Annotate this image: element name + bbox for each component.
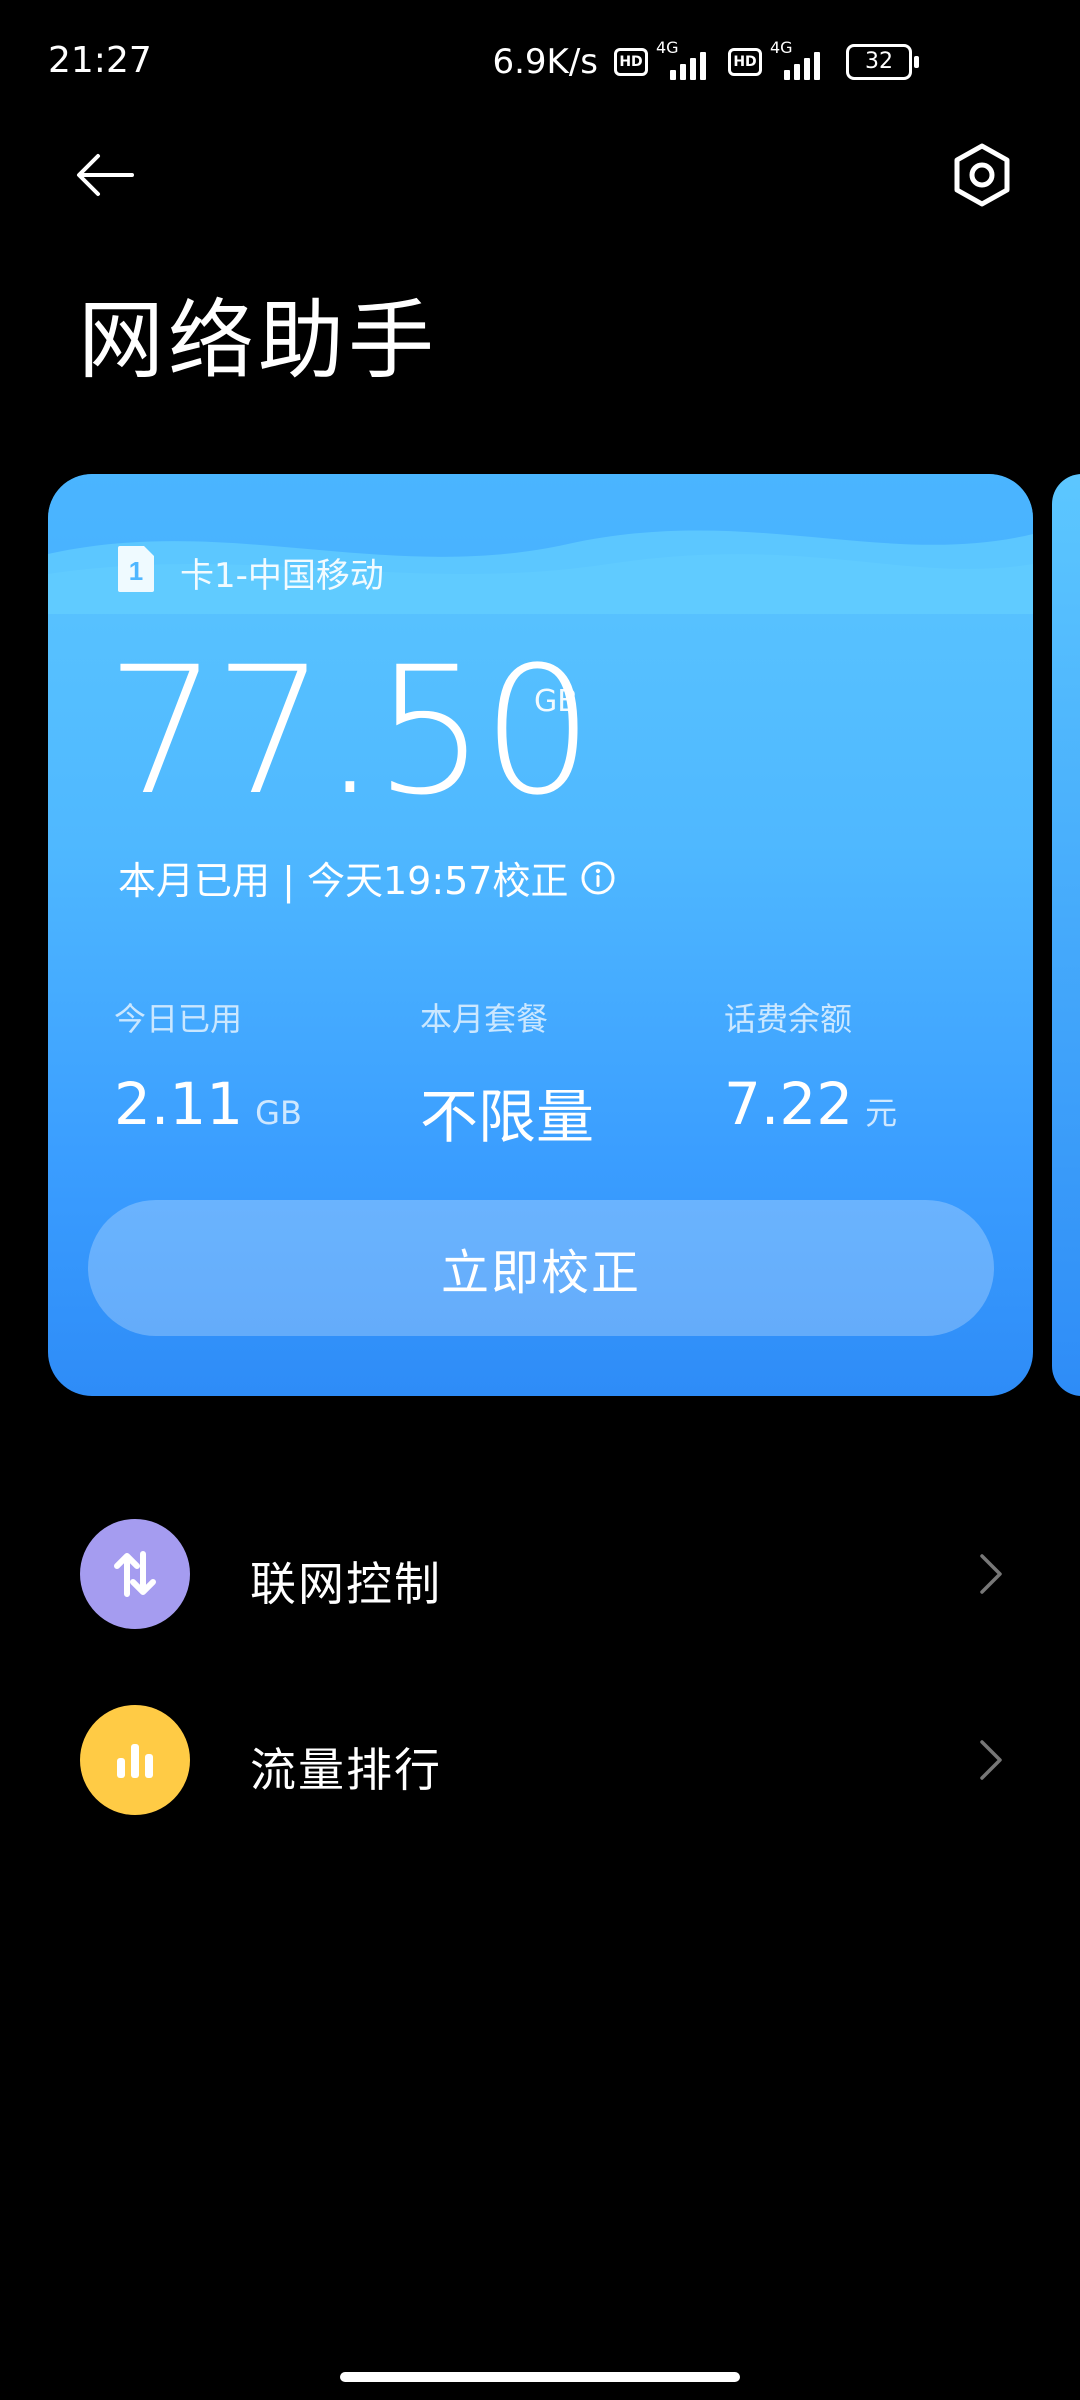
menu-item-label: 联网控制 [250, 1557, 442, 1611]
hd-badge: HD [614, 48, 648, 76]
signal-bars-icon-2 [784, 52, 820, 80]
signal-icon: 4G [656, 38, 720, 82]
signal-bars-icon [670, 52, 706, 80]
menu-item-traffic-ranking[interactable]: 流量排行 [0, 1690, 1080, 1830]
stat-today-used: 今日已用 2.11 GB [114, 994, 302, 1138]
hd-badge-2: HD [728, 48, 762, 76]
stat-label: 今日已用 [114, 1000, 243, 1038]
menu-item-label: 流量排行 [250, 1743, 442, 1797]
status-bar: 21:27 6.9K/s HD 4G HD 4G 32 [0, 0, 1080, 128]
bar-chart-icon [80, 1705, 190, 1815]
stat-monthly-plan: 本月套餐 不限量 [420, 994, 594, 1154]
status-time: 21:27 [48, 40, 152, 81]
monthly-usage-unit: GB [534, 684, 578, 719]
settings-button[interactable] [944, 140, 1020, 210]
monthly-usage-value: 77.50 [106, 629, 594, 834]
chevron-right-icon [980, 1554, 1002, 1594]
status-indicators: 6.9K/s HD 4G HD 4G [492, 38, 834, 84]
page-title: 网络助手 [78, 291, 438, 391]
info-icon[interactable] [580, 860, 616, 896]
sim-data-card[interactable]: 1 卡1-中国移动 77.50 GB 本月已用 | 今天19:57校正 今日已用… [48, 474, 1033, 1396]
stat-value: 2.11 [114, 1070, 244, 1138]
next-card-peek[interactable] [1052, 474, 1080, 1396]
stat-balance: 话费余额 7.22 元 [724, 994, 897, 1138]
stat-value: 不限量 [420, 1083, 595, 1151]
sim-carrier-label: 卡1-中国移动 [180, 556, 384, 596]
signal-icon-2: 4G [770, 38, 834, 82]
stat-label: 本月套餐 [420, 1000, 549, 1038]
sim-number: 1 [129, 556, 143, 586]
network-speed: 6.9K/s [492, 42, 598, 82]
usage-caption: 本月已用 | 今天19:57校正 [118, 850, 616, 905]
usage-caption-text: 本月已用 | 今天19:57校正 [118, 859, 569, 903]
back-button[interactable] [70, 140, 140, 210]
chevron-right-icon [980, 1740, 1002, 1780]
stat-unit: GB [255, 1094, 302, 1132]
up-down-arrows-icon [80, 1519, 190, 1629]
home-indicator[interactable] [340, 2372, 740, 2382]
calibrate-now-button[interactable]: 立即校正 [88, 1200, 994, 1336]
sim-card-icon: 1 [118, 546, 154, 592]
hexagon-settings-icon [954, 143, 1010, 207]
menu-item-network-control[interactable]: 联网控制 [0, 1504, 1080, 1644]
stat-label: 话费余额 [724, 1000, 853, 1038]
battery-icon: 32 [846, 44, 919, 80]
stat-unit: 元 [865, 1094, 898, 1132]
arrow-left-icon [77, 154, 134, 196]
stat-value: 7.22 [724, 1070, 854, 1138]
